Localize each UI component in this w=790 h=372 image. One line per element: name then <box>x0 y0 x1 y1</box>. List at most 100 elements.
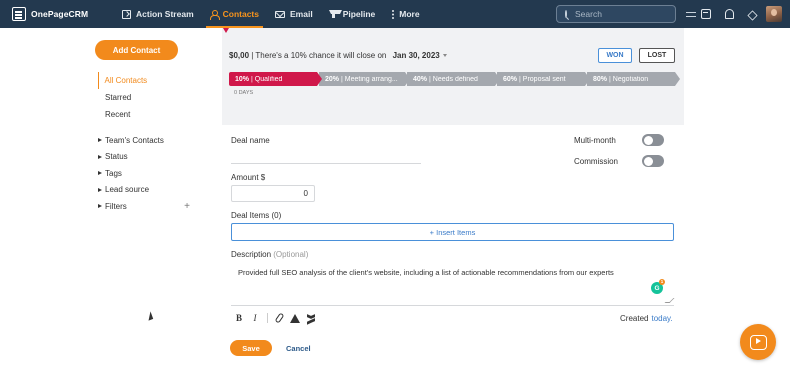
save-button[interactable]: Save <box>230 340 272 356</box>
onepagecrm-logo[interactable]: OnePageCRM <box>12 7 104 21</box>
attach-button[interactable] <box>273 312 285 324</box>
created-label: Created <box>620 314 649 323</box>
expand-arrow-icon <box>98 138 102 143</box>
nav-pipeline-label: Pipeline <box>342 9 376 19</box>
stage-name: | Proposal sent <box>519 75 566 83</box>
description-title: Description <box>231 250 272 259</box>
sidebar-item-recent[interactable]: Recent <box>98 106 208 123</box>
graduation-cap-icon <box>746 11 758 18</box>
dropbox-icon <box>307 314 315 322</box>
nav-contacts-label: Contacts <box>222 9 259 19</box>
deal-items-count: (0) <box>271 211 282 220</box>
sidebar-group-teams-contacts[interactable]: Team's Contacts <box>98 132 190 149</box>
stage-name: | Meeting arrang... <box>341 75 398 83</box>
search-icon <box>565 10 567 18</box>
description-optional: (Optional) <box>273 250 309 259</box>
stage-label: 40% | Needs defined <box>413 76 478 83</box>
google-drive-button[interactable] <box>289 312 301 324</box>
stage-meeting-arranged[interactable]: 20% | Meeting arrang... <box>319 72 410 86</box>
close-date[interactable]: Jan 30, 2023 <box>393 51 440 60</box>
deal-amount: $0,00 <box>229 51 250 60</box>
play-video-icon <box>749 334 767 350</box>
stage-percent: 80% <box>593 75 608 83</box>
google-drive-icon <box>290 313 300 323</box>
email-icon <box>275 10 285 18</box>
sidebar-group-status[interactable]: Status <box>98 149 190 166</box>
search-input[interactable] <box>575 9 686 19</box>
contact-groups-list: Team's Contacts Status Tags Lead source … <box>98 132 190 215</box>
sidebar-item-all-contacts[interactable]: All Contacts <box>98 72 208 89</box>
stage-proposal-sent[interactable]: 60% | Proposal sent <box>497 72 590 86</box>
bell-icon <box>724 9 734 19</box>
nav-action-stream-label: Action Stream <box>136 9 194 19</box>
stage-label: 20% | Meeting arrang... <box>325 76 398 83</box>
commission-label: Commission <box>574 157 619 166</box>
calendar-button[interactable] <box>697 0 715 28</box>
deal-header: $0,00 | There's a 10% chance it will clo… <box>222 28 684 125</box>
amount-input[interactable] <box>231 185 315 202</box>
add-contact-button[interactable]: Add Contact <box>95 40 178 60</box>
nav-contacts[interactable]: Contacts <box>202 0 267 28</box>
stage-percent: 20% <box>325 75 340 83</box>
sidebar-group-label: Status <box>105 152 128 162</box>
sidebar-group-lead-source[interactable]: Lead source <box>98 182 190 199</box>
toolbar-divider <box>267 313 268 323</box>
deal-chance-text: | There's a 10% chance it will close on <box>249 51 389 60</box>
description-textarea[interactable]: Provided full SEO analysis of the client… <box>231 262 675 306</box>
notifications-button[interactable] <box>720 0 738 28</box>
cancel-button[interactable]: Cancel <box>286 340 311 356</box>
video-help-button[interactable] <box>740 324 776 360</box>
sidebar-group-tags[interactable]: Tags <box>98 165 190 182</box>
pipeline-funnel-icon <box>223 28 230 33</box>
nav-pipeline[interactable]: Pipeline <box>321 0 384 28</box>
search-box <box>556 5 696 23</box>
description-text: Provided full SEO analysis of the client… <box>238 268 614 277</box>
expand-arrow-icon <box>98 204 102 209</box>
grammarly-letter: G <box>654 284 660 292</box>
bold-button[interactable]: B <box>233 312 245 324</box>
description-toolbar: B I <box>233 312 321 324</box>
nav-more[interactable]: More <box>383 0 427 28</box>
deal-items-title: Deal Items <box>231 211 270 220</box>
deal-name-label: Deal name <box>231 136 270 145</box>
deal-name-input[interactable] <box>231 148 421 164</box>
action-stream-icon <box>122 9 131 19</box>
deal-form-panel: $0,00 | There's a 10% chance it will clo… <box>222 28 684 372</box>
nav-email[interactable]: Email <box>267 0 321 28</box>
italic-button[interactable]: I <box>249 312 261 324</box>
stage-name: | Needs defined <box>429 75 478 83</box>
chevron-down-icon[interactable] <box>442 54 447 58</box>
commission-toggle[interactable] <box>642 155 664 167</box>
expand-arrow-icon <box>98 171 102 176</box>
lost-button[interactable]: LOST <box>639 48 675 63</box>
sidebar-group-label: Team's Contacts <box>105 135 164 145</box>
stage-label: 80% | Negotiation <box>593 76 648 83</box>
expand-arrow-icon <box>98 154 102 159</box>
sidebar-group-filters[interactable]: Filters + <box>98 198 190 215</box>
multi-month-toggle[interactable] <box>642 134 664 146</box>
user-avatar[interactable] <box>766 6 782 22</box>
logo-icon <box>12 7 26 21</box>
won-button[interactable]: WON <box>598 48 632 63</box>
insert-items-button[interactable]: + Insert Items <box>231 223 674 241</box>
nav-email-label: Email <box>290 9 313 19</box>
learning-button[interactable] <box>743 0 761 28</box>
add-filter-plus-icon[interactable]: + <box>184 201 190 212</box>
grammarly-icon[interactable]: G 1 <box>651 279 665 294</box>
sidebar-item-starred[interactable]: Starred <box>98 89 208 106</box>
stage-percent: 10% <box>235 75 250 83</box>
days-in-stage: 0 DAYS <box>234 90 254 96</box>
multi-month-label: Multi-month <box>574 136 616 145</box>
expand-arrow-icon <box>98 187 102 192</box>
amount-label: Amount $ <box>231 173 266 182</box>
stage-negotiation[interactable]: 80% | Negotiation <box>587 72 680 86</box>
stage-needs-defined[interactable]: 40% | Needs defined <box>407 72 500 86</box>
stage-qualified[interactable]: 10% | Qualified <box>229 72 322 86</box>
created-date-link[interactable]: today. <box>651 314 672 323</box>
stage-name: | Qualified <box>251 75 283 83</box>
sidebar-group-label: Tags <box>105 168 122 178</box>
resize-handle-icon[interactable] <box>664 298 675 303</box>
nav-more-label: More <box>399 9 420 19</box>
dropbox-button[interactable] <box>305 312 317 324</box>
nav-action-stream[interactable]: Action Stream <box>114 0 202 28</box>
